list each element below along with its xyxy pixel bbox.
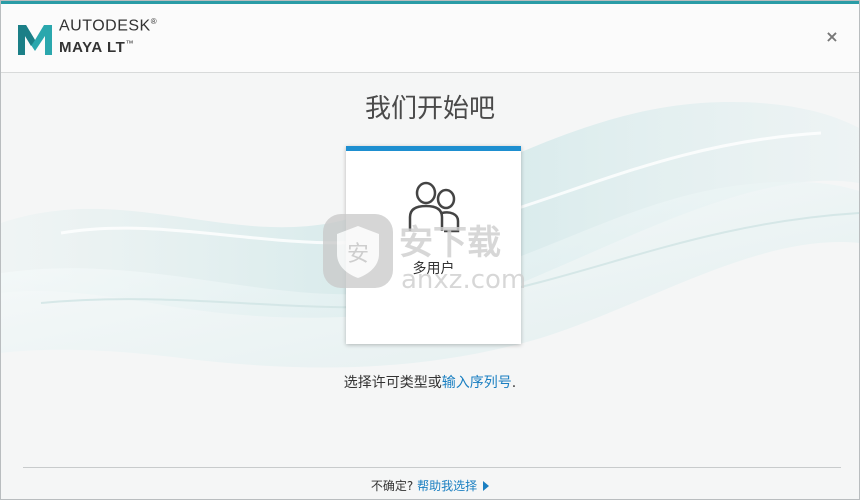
brand-autodesk: AUTODESK® (59, 17, 158, 35)
watermark-text-cn: 安下载 (399, 223, 501, 263)
footer: 不确定? 帮助我选择 (1, 477, 859, 494)
help-me-choose-link[interactable]: 帮助我选择 (417, 479, 490, 493)
close-icon: × (825, 27, 839, 46)
footer-divider (23, 467, 841, 468)
close-button[interactable]: × (825, 27, 839, 46)
maya-logo-icon (18, 25, 52, 55)
card-accent-bar (346, 146, 521, 151)
watermark-badge: 安 (323, 214, 393, 288)
svg-text:安: 安 (347, 242, 369, 267)
arrow-right-icon (483, 481, 490, 491)
footer-question: 不确定? (370, 479, 414, 493)
brand-name: AUTODESK® MAYA LT™ (59, 17, 158, 57)
watermark: 安 安下载 anxz.com (323, 214, 526, 295)
installer-window: AUTODESK® MAYA LT™ × 我们开始吧 多用户 安 安下载 anx… (0, 0, 860, 500)
page-title: 我们开始吧 (364, 94, 495, 124)
instruction-text: 选择许可类型或输入序列号. (343, 375, 517, 391)
enter-serial-link[interactable]: 输入序列号 (442, 375, 512, 391)
brand-product: MAYA LT™ (59, 39, 135, 57)
header: AUTODESK® MAYA LT™ × (1, 4, 859, 73)
watermark-text-en: anxz.com (401, 265, 526, 295)
